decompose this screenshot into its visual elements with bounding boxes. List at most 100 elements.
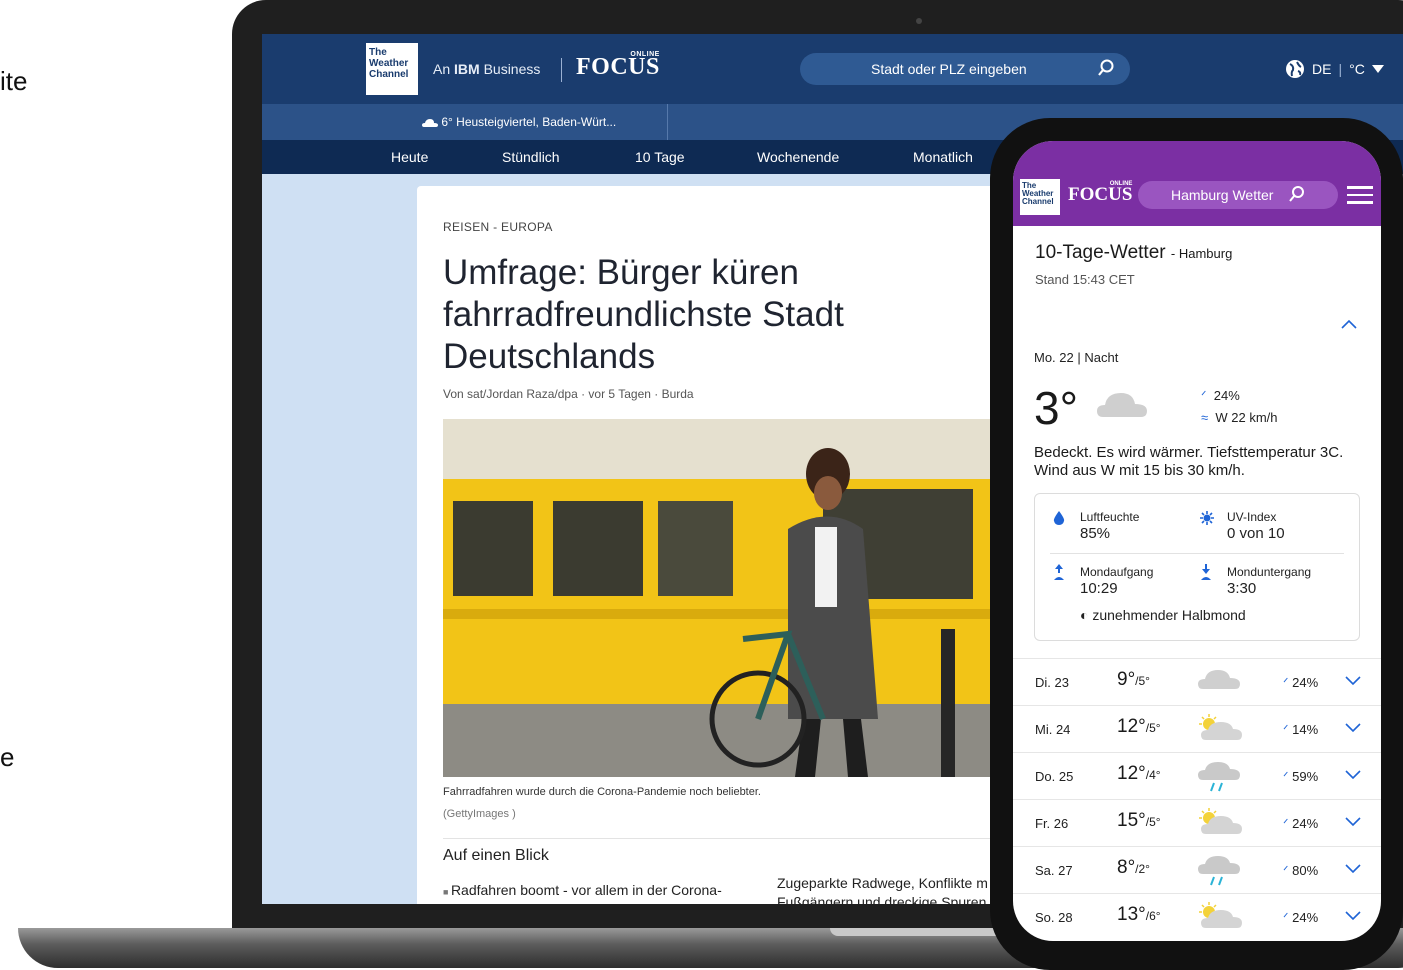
section-divider	[443, 838, 1003, 839]
forecast-temps: 9°/5°	[1117, 669, 1150, 691]
article-kicker[interactable]: REISEN - EUROPA	[443, 220, 553, 234]
phone-screen: The Weather Channel ONLINE FOCUS Hamburg …	[1013, 141, 1381, 941]
article-photo	[443, 419, 1003, 777]
caret-down-icon	[1371, 65, 1384, 73]
forecast-precip: ᐟ 14%	[1283, 722, 1318, 738]
forecast-low: /5°	[1145, 721, 1161, 735]
nav-monthly[interactable]: Monatlich	[913, 149, 973, 165]
cyclist-tram-image	[443, 419, 1003, 777]
forecast-temps: 13°/6°	[1117, 904, 1161, 926]
location-divider	[667, 104, 668, 140]
forecast-high: 15°	[1117, 810, 1146, 831]
forecast-day: Do. 25	[1035, 769, 1074, 784]
search-icon[interactable]	[1288, 185, 1306, 203]
forecast-low: /4°	[1145, 768, 1161, 782]
photo-caption: Fahrradfahren wurde durch die Corona-Pan…	[443, 786, 761, 798]
raindrop-icon: ᐟ	[1283, 722, 1289, 737]
photo-credit: (GettyImages )	[443, 808, 516, 820]
moonrise-value: 10:29	[1080, 580, 1118, 597]
details-panel: Luftfeuchte 85% UV-Index 0 von 10 Mondaufg…	[1034, 493, 1360, 641]
humidity-stat: Luftfeuchte 85%	[1080, 510, 1139, 542]
unit-label: °C	[1349, 61, 1365, 77]
nav-hourly[interactable]: Stündlich	[502, 149, 560, 165]
forecast-precip: ᐟ 80%	[1283, 863, 1318, 879]
wind-value: W 22 km/h	[1215, 410, 1278, 425]
article-byline: Von sat/Jordan Raza/dpa · vor 5 Tagen · …	[443, 387, 694, 401]
precipitation-chance: ᐟ 24%	[1201, 388, 1240, 404]
half-moon-icon: ◐	[1080, 607, 1089, 623]
article-card: REISEN - EUROPA Umfrage: Bürger küren fa…	[417, 186, 1017, 904]
bullet-text: Radfahren boomt - vor allem in der Coron…	[450, 882, 722, 898]
moonset-value: 3:30	[1227, 580, 1257, 597]
rain-value: 24%	[1213, 388, 1240, 403]
forecast-high: 12°	[1117, 763, 1146, 784]
chevron-down-icon[interactable]	[1345, 767, 1361, 783]
moonrise-icon	[1053, 564, 1065, 583]
raindrop-icon: ᐟ	[1283, 863, 1289, 878]
forecast-description: Bedeckt. Es wird wärmer. Tiefsttemperatu…	[1034, 444, 1344, 479]
forecast-row[interactable]: Do. 25 12°/4° ᐟ 59%	[1013, 752, 1381, 799]
weather-channel-logo[interactable]: The Weather Channel	[1020, 179, 1060, 215]
mobile-header: The Weather Channel ONLINE FOCUS Hamburg …	[1013, 141, 1381, 226]
focus-logo[interactable]: ONLINE FOCUS	[1068, 181, 1133, 206]
uv-value: 0 von 10	[1227, 525, 1285, 542]
chevron-down-icon[interactable]	[1345, 908, 1361, 924]
rain-cloud-icon	[1198, 761, 1240, 798]
precip-value: 24%	[1292, 910, 1319, 925]
raindrop-icon: ᐟ	[1283, 769, 1289, 784]
forecast-low: /2°	[1135, 862, 1150, 876]
focus-logo[interactable]: ONLINE FOCUS	[576, 51, 660, 81]
nav-weekend[interactable]: Wochenende	[757, 149, 839, 165]
chevron-down-icon[interactable]	[1345, 814, 1361, 830]
moonrise-label: Mondaufgang	[1080, 565, 1154, 579]
at-a-glance-title: Auf einen Blick	[443, 847, 549, 864]
updated-time: Stand 15:43 CET	[1035, 272, 1135, 287]
forecast-high: 8°	[1117, 857, 1136, 878]
sun-cloud-icon	[1198, 714, 1242, 747]
moonset-label: Monduntergang	[1227, 565, 1312, 579]
precip-value: 24%	[1292, 675, 1319, 690]
cut-off-text: ite	[0, 66, 28, 96]
sun-cloud-icon	[1198, 902, 1242, 935]
forecast-low: /6°	[1145, 909, 1161, 923]
chevron-down-icon[interactable]	[1345, 720, 1361, 736]
forecast-row[interactable]: So. 28 13°/6° ᐟ 24%	[1013, 893, 1381, 940]
sun-cloud-icon	[1198, 808, 1242, 841]
current-location[interactable]: 6° Heusteigviertel, Baden-Würt...	[422, 115, 616, 129]
partner-label: An IBM Business	[433, 61, 540, 77]
current-temperature: 3°	[1034, 382, 1078, 434]
raindrop-icon: ᐟ	[1201, 388, 1207, 403]
chevron-up-icon[interactable]	[1341, 316, 1357, 333]
logo-line: Channel	[369, 69, 409, 80]
focus-online-label: ONLINE	[1109, 181, 1133, 187]
header-divider	[561, 58, 562, 82]
precip-value: 59%	[1292, 769, 1319, 784]
precip-value: 24%	[1292, 816, 1319, 831]
mobile-search-input[interactable]: Hamburg Wetter	[1138, 181, 1338, 209]
chevron-down-icon[interactable]	[1345, 673, 1361, 689]
forecast-precip: ᐟ 59%	[1283, 769, 1318, 785]
site-header: The Weather Channel An IBM Business ONLI…	[262, 34, 1403, 104]
forecast-day: Mi. 24	[1035, 722, 1071, 737]
raindrop-icon: ᐟ	[1283, 910, 1289, 925]
search-input[interactable]: Stadt oder PLZ eingeben	[800, 53, 1130, 85]
weather-channel-logo[interactable]: The Weather Channel	[366, 43, 418, 95]
forecast-row[interactable]: Mi. 24 12°/5° ᐟ 14%	[1013, 705, 1381, 752]
nav-10-days[interactable]: 10 Tage	[635, 149, 685, 165]
locale-selector[interactable]: DE | °C	[1285, 59, 1384, 79]
forecast-row[interactable]: Di. 23 9°/5° ᐟ 24%	[1013, 658, 1381, 705]
globe-icon	[1286, 60, 1304, 78]
forecast-precip: ᐟ 24%	[1283, 910, 1318, 926]
search-icon[interactable]	[1096, 58, 1116, 78]
cut-off-text: e	[0, 742, 15, 772]
forecast-day: Sa. 27	[1035, 863, 1073, 878]
uv-stat: UV-Index 0 von 10	[1227, 510, 1285, 542]
forecast-low: /5°	[1145, 815, 1161, 829]
forecast-title-text: 10-Tage-Wetter	[1035, 242, 1166, 263]
article-headline: Umfrage: Bürger küren fahrradfreundlichs…	[443, 253, 844, 376]
chevron-down-icon[interactable]	[1345, 861, 1361, 877]
hamburger-menu-icon[interactable]	[1347, 186, 1373, 204]
nav-today[interactable]: Heute	[391, 149, 428, 165]
forecast-row[interactable]: Fr. 26 15°/5° ᐟ 24%	[1013, 799, 1381, 846]
forecast-row[interactable]: Sa. 27 8°/2° ᐟ 80%	[1013, 846, 1381, 893]
